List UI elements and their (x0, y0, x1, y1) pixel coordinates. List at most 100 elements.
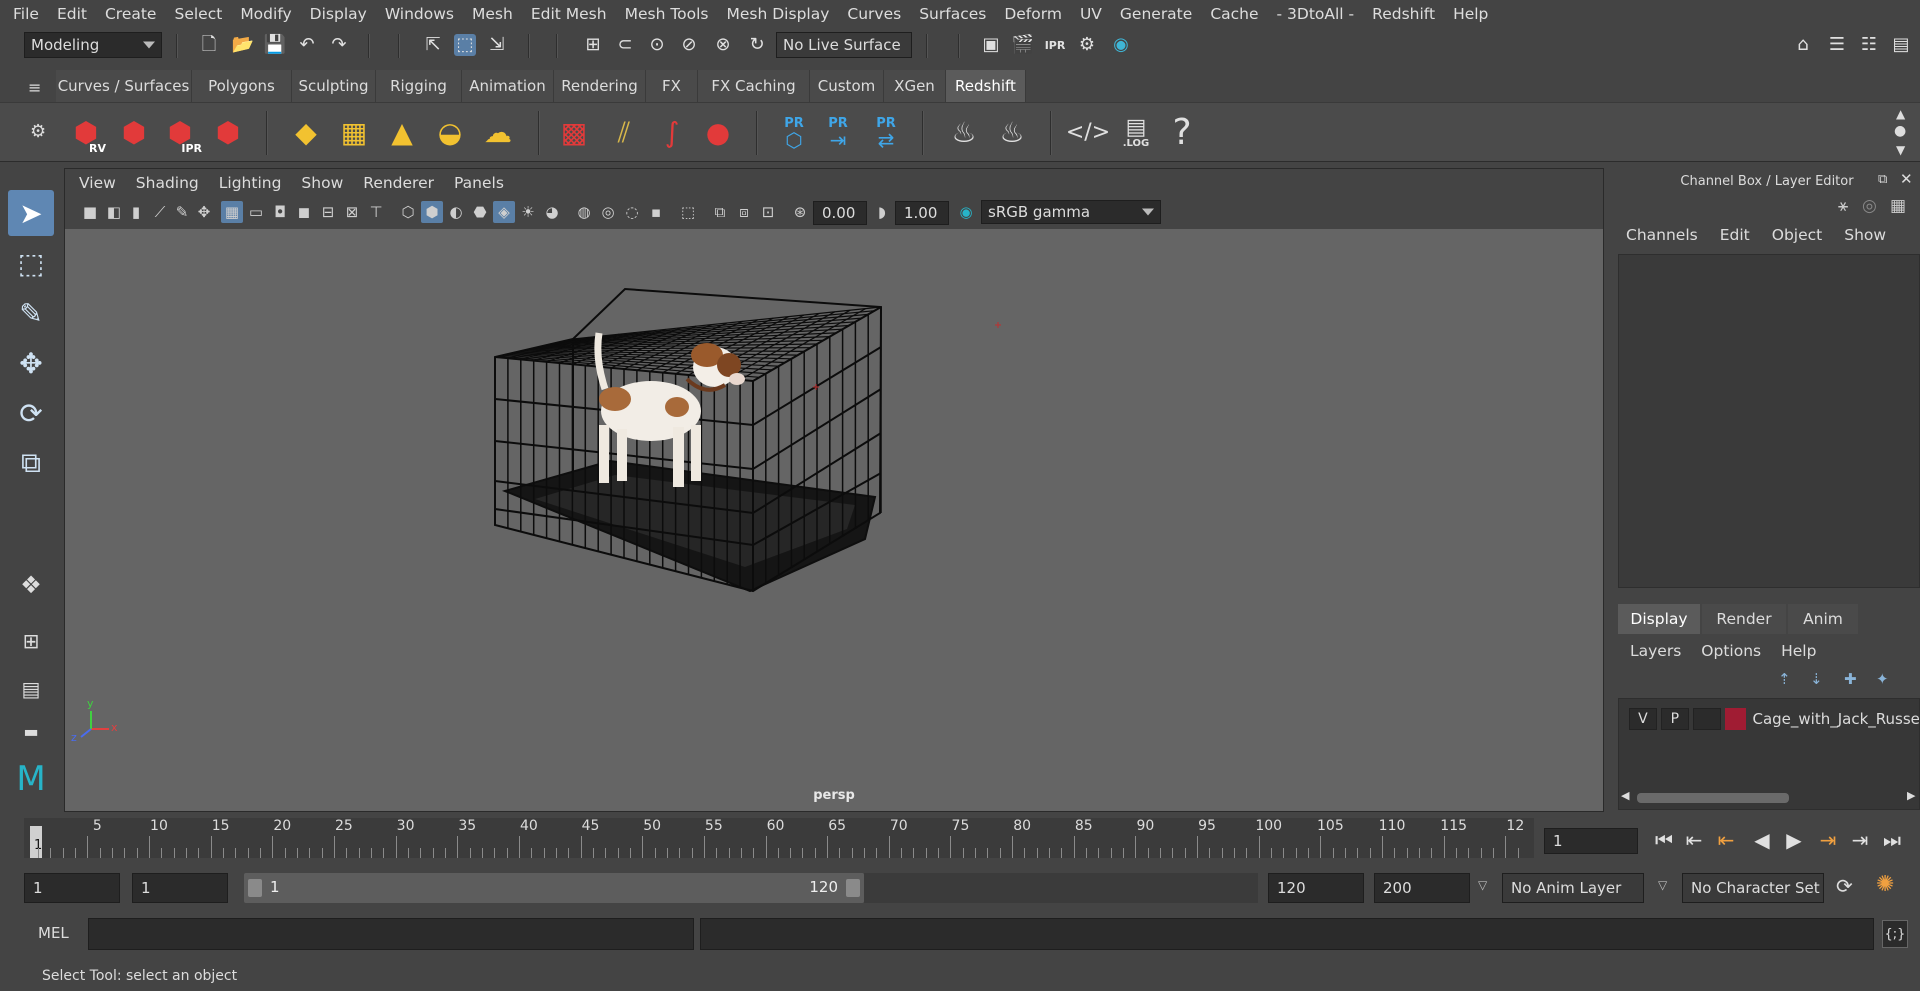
redshift-material-icon[interactable]: ● (696, 110, 740, 156)
film-gate-icon[interactable]: ▭ (245, 201, 267, 223)
default-material-icon[interactable]: ◐ (445, 201, 467, 223)
character-set-dropdown[interactable]: No Character Set (1682, 873, 1824, 903)
render-frame-icon[interactable]: 🎬 (1012, 34, 1034, 56)
viewport-menu-view[interactable]: View (69, 174, 126, 192)
shelf-tab-polygons[interactable]: Polygons (192, 70, 292, 102)
animation-preferences-icon[interactable]: ✺ (1876, 872, 1894, 897)
shelf-tab-sculpting[interactable]: Sculpting (292, 70, 376, 102)
safe-title-icon[interactable]: ⊤ (365, 201, 387, 223)
playback-end-field[interactable]: 120 (1268, 873, 1364, 903)
menu-surfaces[interactable]: Surfaces (910, 5, 995, 23)
collapse-layout-icon[interactable]: ▬ (8, 708, 54, 754)
pr-mesh-icon[interactable]: PR ⬡ (772, 110, 816, 156)
hyper-icon[interactable]: ▦ (1890, 196, 1906, 216)
shelf-settings-icon[interactable]: ⚙ (30, 121, 46, 142)
select-tool-icon[interactable]: ➤ (8, 190, 54, 236)
layer-scrollbar[interactable] (1637, 793, 1789, 803)
field-chart-icon[interactable]: ⊟ (317, 201, 339, 223)
redshift-bake-icon[interactable]: ♨ (942, 110, 986, 156)
end-time-field[interactable]: 200 (1374, 873, 1470, 903)
range-slider[interactable]: 1 120 (244, 873, 864, 903)
undo-icon[interactable]: ↶ (296, 34, 318, 56)
3d-viewport[interactable]: x y z persp (65, 229, 1603, 811)
select-hierarchy-icon[interactable]: ⇱ (422, 34, 444, 56)
go-to-start-icon[interactable]: ⏮ (1650, 826, 1678, 854)
redshift-area-light-icon[interactable]: ◆ (284, 110, 328, 156)
isolate-select-icon[interactable]: ⬚ (677, 201, 699, 223)
pr-export-icon[interactable]: PR ⇥ (816, 110, 860, 156)
time-slider[interactable]: 1 5 10 15 20 25 30 35 40 45 50 55 60 65 70 75 80 85 90 95 1… (24, 818, 1534, 858)
redshift-log-icon[interactable]: ▤ .LOG (1114, 110, 1158, 156)
layer-tab-display[interactable]: Display (1618, 604, 1700, 634)
layer-name[interactable]: Cage_with_Jack_Russe (1752, 710, 1919, 728)
layer-playback-toggle[interactable]: P (1660, 708, 1689, 730)
snap-point-icon[interactable]: ⊙ (646, 34, 668, 56)
select-component-icon[interactable]: ⇲ (486, 34, 508, 56)
redshift-script-icon[interactable]: </> (1066, 110, 1110, 156)
single-view-layout-icon[interactable]: ❖ (8, 562, 54, 608)
shelf-scroll-up-icon[interactable]: ▲ (1896, 107, 1905, 121)
start-time-field[interactable]: 1 (24, 873, 120, 903)
workspace-icon[interactable]: ⌂ (1792, 34, 1814, 56)
viewport-menu-shading[interactable]: Shading (126, 174, 209, 192)
redshift-help-icon[interactable]: ? (1160, 110, 1204, 156)
redshift-dome-light-icon[interactable]: ◒ (428, 110, 472, 156)
go-to-end-icon[interactable]: ⏭ (1878, 826, 1906, 854)
render-view-icon[interactable]: ▣ (980, 34, 1002, 56)
shelf-tab-curves-surfaces[interactable]: Curves / Surfaces (56, 70, 192, 102)
redshift-portal-light-icon[interactable]: ▦ (332, 110, 376, 156)
menu-mesh-display[interactable]: Mesh Display (718, 5, 839, 23)
scroll-right-icon[interactable]: ▶ (1907, 789, 1915, 802)
menu-redshift[interactable]: Redshift (1363, 5, 1444, 23)
paint-select-tool-icon[interactable]: ✎ (8, 290, 54, 336)
scroll-left-icon[interactable]: ◀ (1621, 789, 1629, 802)
move-layer-up-icon[interactable]: ⇡ (1778, 670, 1791, 688)
menu-set-dropdown[interactable]: Modeling (24, 32, 162, 58)
xray-components-icon[interactable]: ⊡ (757, 201, 779, 223)
redshift-ies-light-icon[interactable]: ▲ (380, 110, 424, 156)
layer-row[interactable]: V P Cage_with_Jack_Russe (1629, 707, 1919, 731)
channel-box-menu-channels[interactable]: Channels (1626, 226, 1720, 244)
shelf-menu-icon[interactable]: ≡ (28, 78, 48, 97)
snap-grid-icon[interactable]: ⊞ (582, 34, 604, 56)
menu-modify[interactable]: Modify (231, 5, 300, 23)
step-forward-key-icon[interactable]: ⇥ (1814, 826, 1842, 854)
use-lights-icon[interactable]: ☀ (517, 201, 539, 223)
channel-box-menu-object[interactable]: Object (1772, 226, 1844, 244)
attribute-editor-icon[interactable]: ☰ (1826, 34, 1848, 56)
anti-aliasing-icon[interactable]: ◌ (621, 201, 643, 223)
bookmark-icon[interactable]: ▮ (125, 201, 147, 223)
redo-icon[interactable]: ↷ (328, 34, 350, 56)
ambient-occlusion-icon[interactable]: ◍ (573, 201, 595, 223)
redshift-hair-icon[interactable]: ⫽ (602, 110, 646, 156)
play-forwards-icon[interactable]: ▶ (1780, 826, 1808, 854)
auto-key-icon[interactable]: ⟳ (1836, 874, 1853, 898)
layer-tab-anim[interactable]: Anim (1788, 604, 1858, 634)
range-handle-right[interactable] (846, 879, 860, 897)
redshift-volume-icon[interactable]: ∫ (650, 110, 694, 156)
exposure-field[interactable]: 0.00 (813, 201, 867, 225)
color-management-icon[interactable]: ◉ (955, 201, 977, 223)
lasso-tool-icon[interactable]: ⬚ (8, 240, 54, 286)
snap-surface-icon[interactable]: ⊗ (712, 34, 734, 56)
menu-curves[interactable]: Curves (838, 5, 910, 23)
redshift-proxy-icon[interactable]: ▩ (552, 110, 596, 156)
step-back-key-icon[interactable]: ⇤ (1712, 826, 1740, 854)
script-editor-icon[interactable]: {;} (1882, 920, 1908, 948)
wireframe-icon[interactable]: ⬡ (397, 201, 419, 223)
move-layer-down-icon[interactable]: ⇣ (1810, 670, 1823, 688)
close-panel-icon[interactable]: ✕ (1900, 170, 1913, 188)
menu-deform[interactable]: Deform (995, 5, 1071, 23)
snap-curve-icon[interactable]: ⊂ (614, 34, 636, 56)
shelf-tab-animation[interactable]: Animation (462, 70, 554, 102)
layer-display-type-toggle[interactable] (1692, 708, 1721, 730)
new-scene-icon[interactable]: 🗋 (198, 34, 220, 56)
grease-pencil-icon[interactable]: ✎ (171, 201, 193, 223)
rotate-tool-icon[interactable]: ⟳ (8, 390, 54, 436)
new-layer-icon[interactable]: ✚ (1844, 670, 1857, 688)
manipulator-icon[interactable]: ⚹ (1838, 196, 1848, 216)
menu-select[interactable]: Select (165, 5, 231, 23)
channel-box-area[interactable] (1618, 254, 1920, 588)
menu-uv[interactable]: UV (1071, 5, 1111, 23)
command-language-label[interactable]: MEL (38, 924, 69, 942)
